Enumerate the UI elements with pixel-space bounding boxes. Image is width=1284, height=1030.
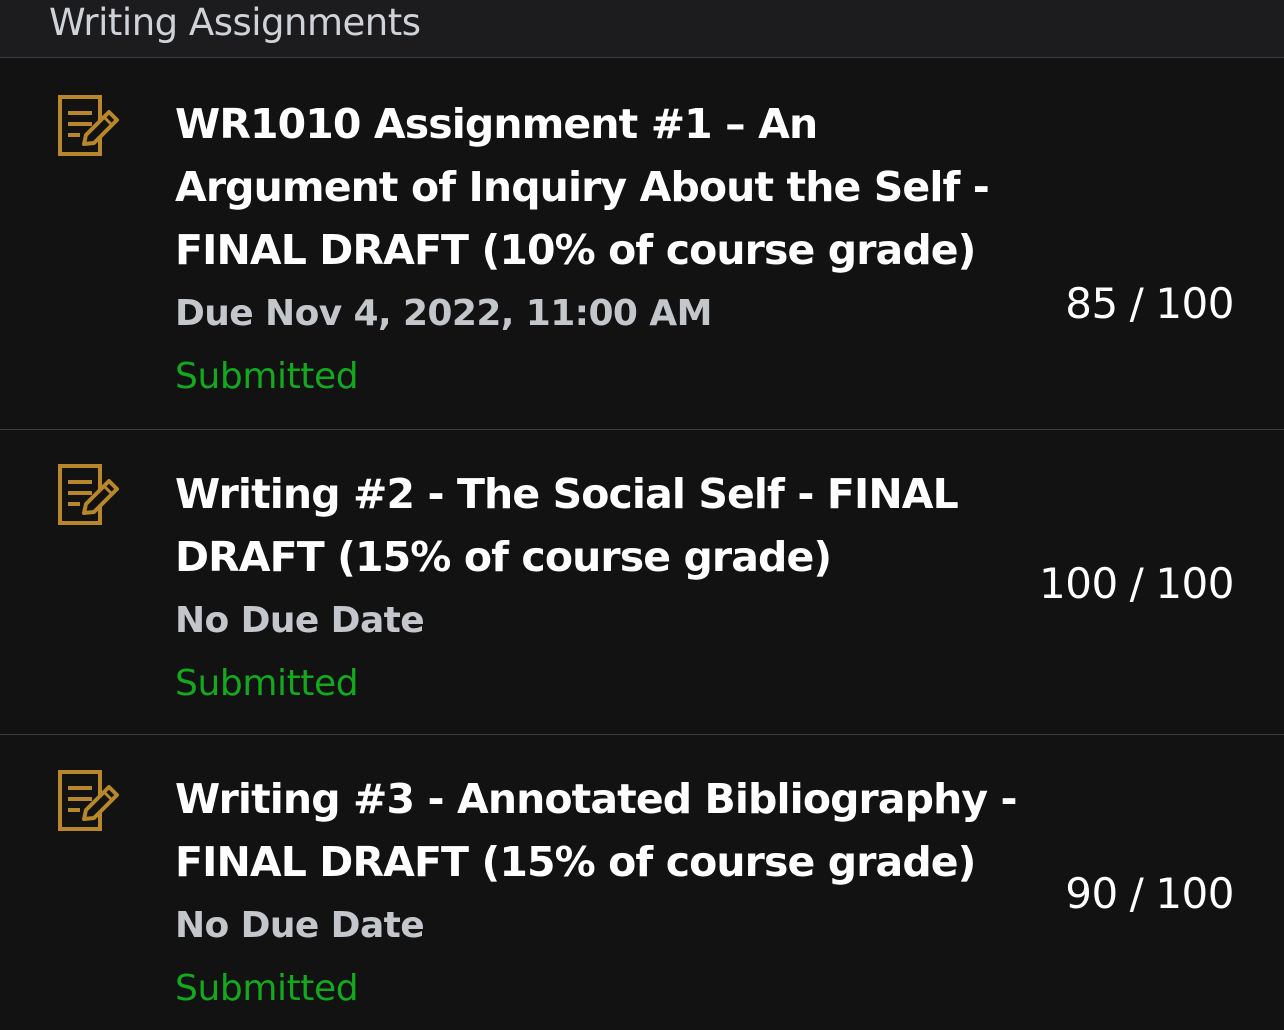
submission-status: Submitted	[175, 356, 359, 397]
assignment-details: WR1010 Assignment #1 – An Argument of In…	[175, 93, 1045, 408]
assignment-icon	[57, 94, 123, 160]
assignment-row[interactable]: WR1010 Assignment #1 – An Argument of In…	[0, 58, 1284, 430]
due-date: Due Nov 4, 2022, 11:00 AM	[175, 293, 712, 334]
submission-status: Submitted	[175, 968, 359, 1009]
assignment-icon	[57, 463, 123, 529]
score-separator: /	[1129, 559, 1144, 608]
grade-score: 90/100	[1065, 869, 1234, 919]
due-date: No Due Date	[175, 905, 425, 946]
assignment-details: Writing #3 - Annotated Bibliography - FI…	[175, 768, 1045, 1020]
score-total: 100	[1155, 559, 1234, 608]
assignment-icon	[57, 769, 123, 835]
grade-score: 85/100	[1065, 279, 1234, 329]
assignment-title[interactable]: Writing #2 - The Social Self - FINAL DRA…	[175, 463, 1045, 589]
section-header[interactable]: Writing Assignments	[0, 0, 1284, 58]
score-separator: /	[1129, 279, 1144, 328]
grade-score: 100/100	[1039, 559, 1234, 609]
submission-status: Submitted	[175, 663, 359, 704]
assignment-title[interactable]: WR1010 Assignment #1 – An Argument of In…	[175, 93, 1045, 282]
due-date: No Due Date	[175, 600, 425, 641]
score-separator: /	[1129, 869, 1144, 918]
assignment-row[interactable]: Writing #2 - The Social Self - FINAL DRA…	[0, 430, 1284, 735]
section-title: Writing Assignments	[49, 1, 421, 44]
score-value: 85	[1065, 279, 1118, 328]
assignment-details: Writing #2 - The Social Self - FINAL DRA…	[175, 463, 1045, 715]
score-total: 100	[1155, 869, 1234, 918]
score-value: 100	[1039, 559, 1118, 608]
assignment-row[interactable]: Writing #3 - Annotated Bibliography - FI…	[0, 735, 1284, 1030]
score-value: 90	[1065, 869, 1118, 918]
assignment-title[interactable]: Writing #3 - Annotated Bibliography - FI…	[175, 768, 1045, 894]
score-total: 100	[1155, 279, 1234, 328]
